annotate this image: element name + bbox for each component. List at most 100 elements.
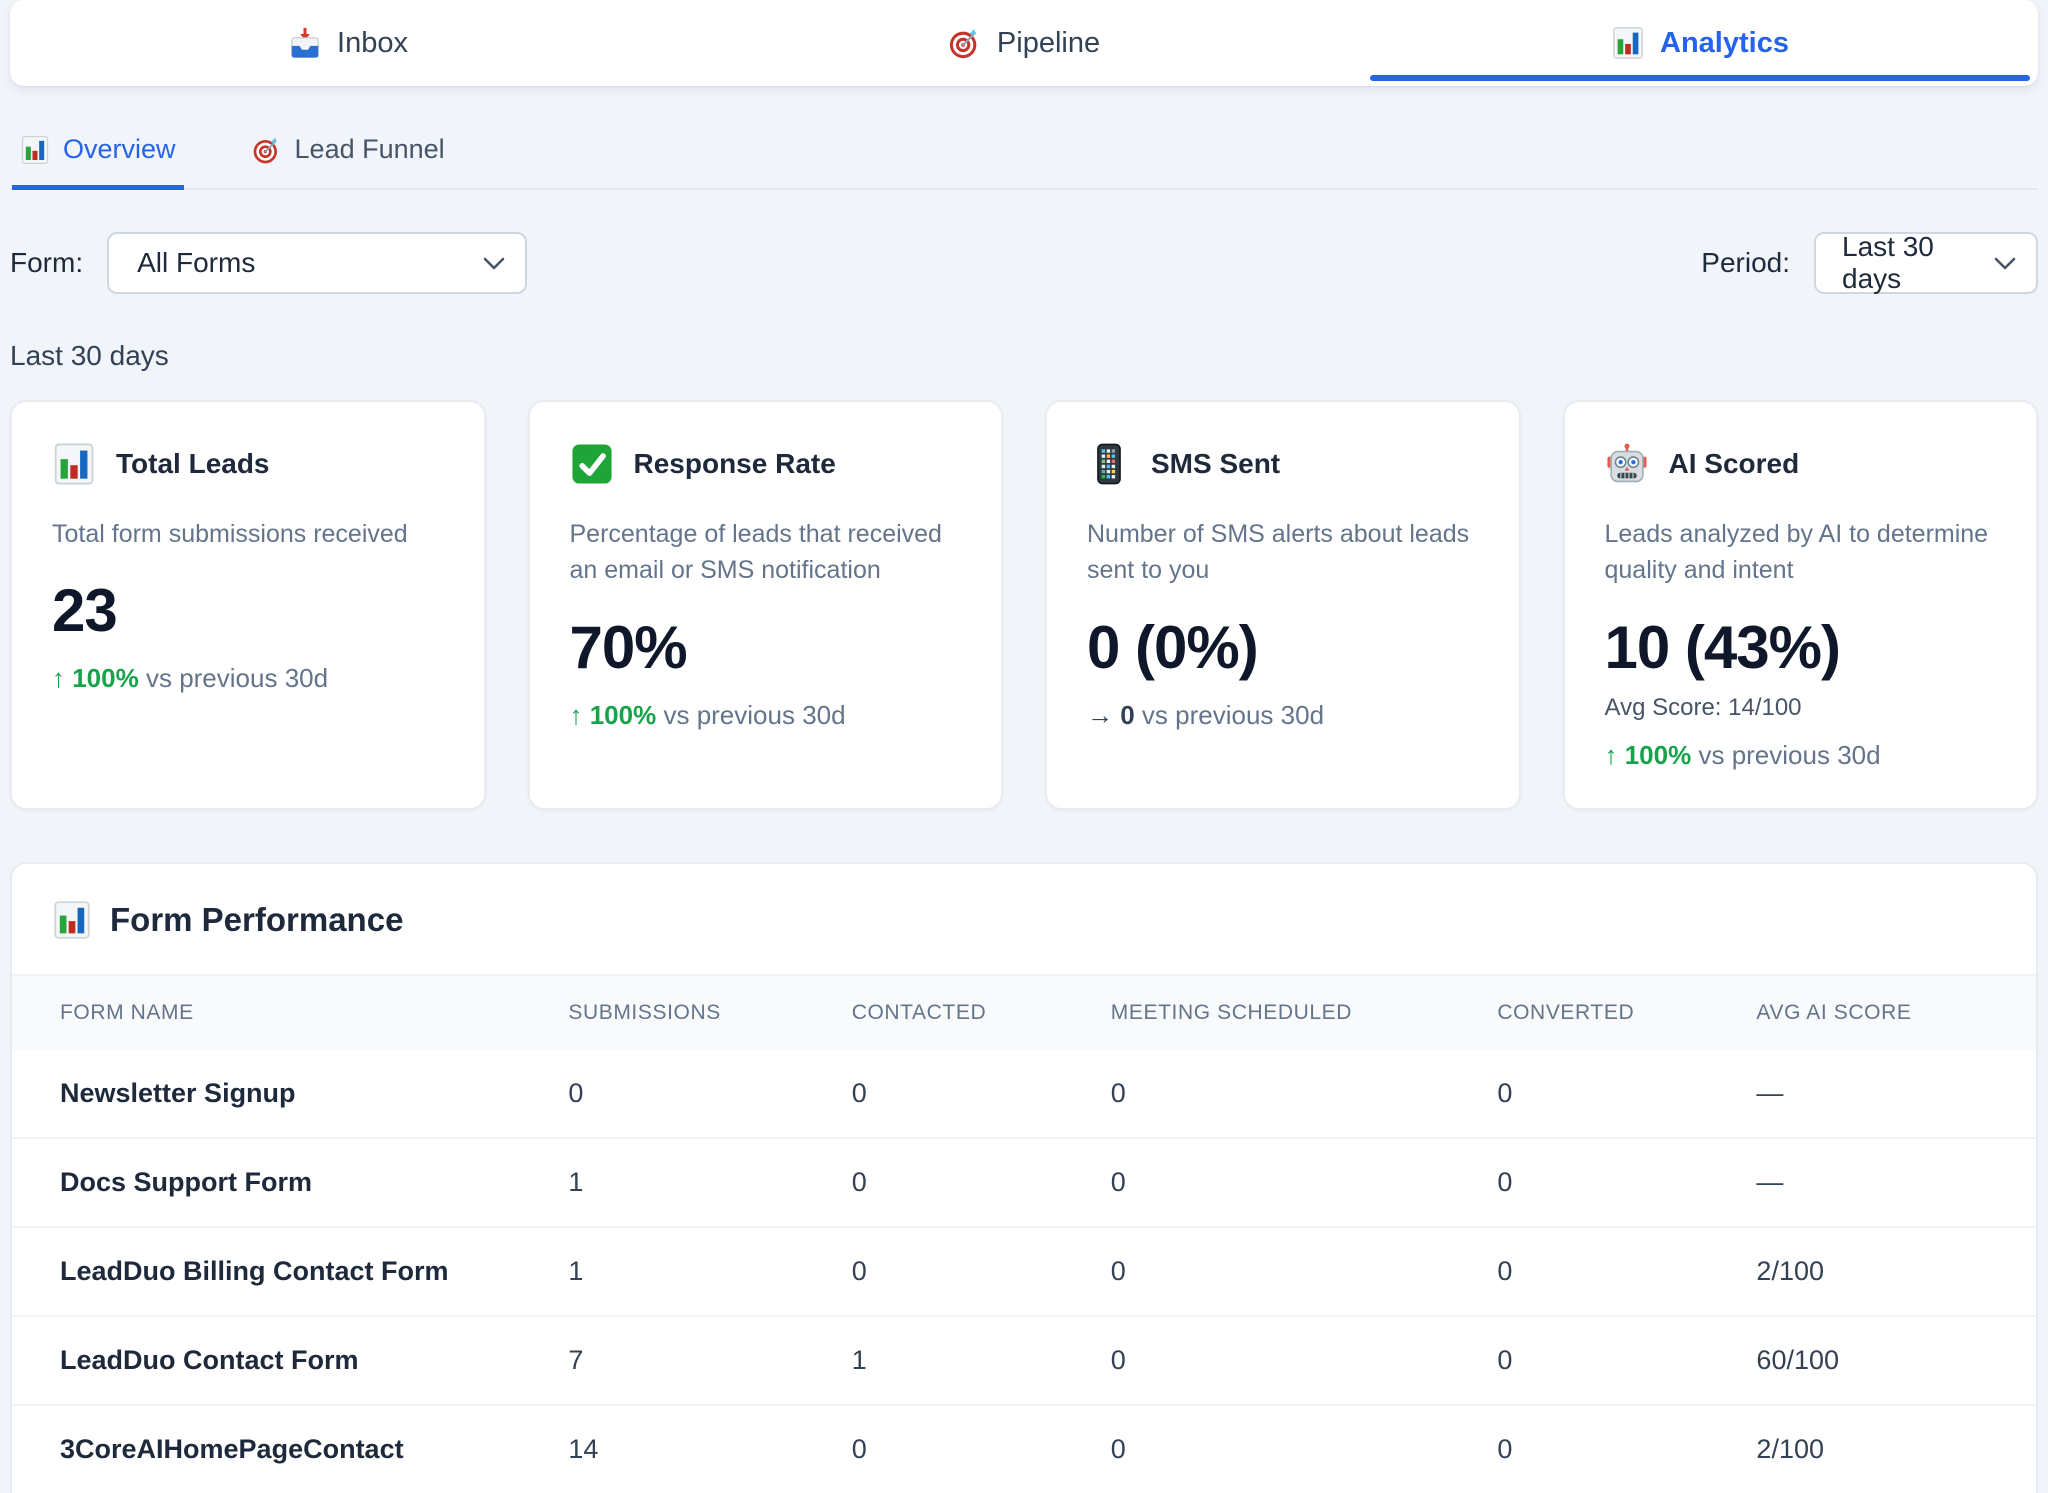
metric-change-value: ↑ 100%: [570, 700, 657, 730]
tab-inbox-label: Inbox: [337, 27, 408, 60]
cell-converted: 0: [1477, 1316, 1736, 1405]
form-select-value: All Forms: [137, 247, 255, 279]
metric-card-sms-sent: SMS Sent Number of SMS alerts about lead…: [1045, 400, 1521, 810]
metric-change: ↑ 100% vs previous 30d: [1605, 740, 1997, 771]
cell-submissions: 14: [548, 1405, 831, 1493]
metric-description: Leads analyzed by AI to determine qualit…: [1605, 516, 1997, 589]
metric-title: Total Leads: [116, 448, 270, 480]
cell-avg-ai-score: —: [1736, 1050, 2036, 1138]
bar-chart-icon: [52, 900, 92, 940]
bar-chart-icon: [20, 135, 50, 165]
period-select-value: Last 30 days: [1842, 231, 1980, 295]
cell-submissions: 1: [548, 1138, 831, 1227]
metric-change-value: ↑ 100%: [52, 663, 139, 693]
column-submissions: SUBMISSIONS: [548, 975, 831, 1050]
column-avg-ai-score: AVG AI SCORE: [1736, 975, 2036, 1050]
cell-submissions: 0: [548, 1050, 831, 1138]
cell-form-name: Newsletter Signup: [12, 1050, 548, 1138]
period-select[interactable]: Last 30 days: [1814, 232, 2038, 294]
metric-change-suffix: vs previous 30d: [1142, 700, 1324, 730]
form-filter-label: Form:: [10, 247, 83, 279]
cell-submissions: 1: [548, 1227, 831, 1316]
cell-meeting-scheduled: 0: [1091, 1227, 1478, 1316]
metric-description: Percentage of leads that received an ema…: [570, 516, 962, 589]
cell-contacted: 0: [832, 1405, 1091, 1493]
table-row: 3CoreAIHomePageContact 14 0 0 0 2/100: [12, 1405, 2036, 1493]
tab-analytics[interactable]: Analytics: [1362, 0, 2038, 86]
table-row: LeadDuo Billing Contact Form 1 0 0 0 2/1…: [12, 1227, 2036, 1316]
cell-meeting-scheduled: 0: [1091, 1405, 1478, 1493]
cell-avg-ai-score: 2/100: [1736, 1227, 2036, 1316]
cell-form-name: LeadDuo Billing Contact Form: [12, 1227, 548, 1316]
check-icon: [570, 442, 614, 486]
form-performance-title: Form Performance: [110, 901, 403, 939]
cell-meeting-scheduled: 0: [1091, 1316, 1478, 1405]
analytics-sub-tabs: Overview Lead Funnel: [10, 134, 2038, 190]
metric-value: 70%: [570, 613, 962, 682]
table-row: LeadDuo Contact Form 7 1 0 0 60/100: [12, 1316, 2036, 1405]
metric-change-suffix: vs previous 30d: [663, 700, 845, 730]
phone-icon: [1087, 442, 1131, 486]
form-select[interactable]: All Forms: [107, 232, 527, 294]
target-icon: [252, 135, 282, 165]
subtab-lead-funnel-label: Lead Funnel: [295, 134, 445, 165]
chevron-down-icon: [1992, 250, 2018, 276]
cell-contacted: 0: [832, 1050, 1091, 1138]
metric-change-suffix: vs previous 30d: [1698, 740, 1880, 770]
metric-value: 0 (0%): [1087, 613, 1479, 682]
subtab-overview-label: Overview: [63, 134, 176, 165]
metric-change-value: → 0: [1087, 700, 1135, 730]
metric-change: ↑ 100% vs previous 30d: [570, 700, 962, 731]
chevron-down-icon: [481, 250, 507, 276]
cell-meeting-scheduled: 0: [1091, 1138, 1478, 1227]
period-caption: Last 30 days: [10, 340, 2038, 372]
tab-pipeline-label: Pipeline: [997, 27, 1100, 60]
cell-converted: 0: [1477, 1050, 1736, 1138]
metric-title: Response Rate: [634, 448, 836, 480]
inbox-icon: [288, 26, 322, 60]
metric-value: 23: [52, 576, 444, 645]
column-converted: CONVERTED: [1477, 975, 1736, 1050]
metric-value: 10 (43%): [1605, 613, 1997, 682]
metric-change: → 0 vs previous 30d: [1087, 700, 1479, 731]
table-header-row: FORM NAME SUBMISSIONS CONTACTED MEETING …: [12, 975, 2036, 1050]
filters-row: Form: All Forms Period: Last 30 days: [10, 232, 2038, 294]
cell-form-name: LeadDuo Contact Form: [12, 1316, 548, 1405]
table-row: Docs Support Form 1 0 0 0 —: [12, 1138, 2036, 1227]
cell-converted: 0: [1477, 1405, 1736, 1493]
metric-description: Total form submissions received: [52, 516, 444, 552]
metric-card-ai-scored: AI Scored Leads analyzed by AI to determ…: [1563, 400, 2039, 810]
top-nav-bar: Inbox Pipeline Analytics: [10, 0, 2038, 86]
metric-title: SMS Sent: [1151, 448, 1280, 480]
cell-contacted: 0: [832, 1227, 1091, 1316]
tab-analytics-label: Analytics: [1660, 27, 1789, 60]
metric-card-response-rate: Response Rate Percentage of leads that r…: [528, 400, 1004, 810]
bar-chart-icon: [1611, 26, 1645, 60]
cell-avg-ai-score: —: [1736, 1138, 2036, 1227]
metric-subtext: Avg Score: 14/100: [1605, 694, 1997, 722]
metric-cards: Total Leads Total form submissions recei…: [10, 400, 2038, 810]
metric-card-total-leads: Total Leads Total form submissions recei…: [10, 400, 486, 810]
tab-inbox[interactable]: Inbox: [10, 0, 686, 86]
table-row: Newsletter Signup 0 0 0 0 —: [12, 1050, 2036, 1138]
form-performance-table: FORM NAME SUBMISSIONS CONTACTED MEETING …: [12, 974, 2036, 1493]
metric-change: ↑ 100% vs previous 30d: [52, 663, 444, 694]
column-form-name: FORM NAME: [12, 975, 548, 1050]
cell-form-name: 3CoreAIHomePageContact: [12, 1405, 548, 1493]
subtab-lead-funnel[interactable]: Lead Funnel: [244, 134, 453, 190]
metric-change-suffix: vs previous 30d: [146, 663, 328, 693]
column-meeting-scheduled: MEETING SCHEDULED: [1091, 975, 1478, 1050]
cell-avg-ai-score: 60/100: [1736, 1316, 2036, 1405]
cell-meeting-scheduled: 0: [1091, 1050, 1478, 1138]
metric-change-value: ↑ 100%: [1605, 740, 1692, 770]
metric-description: Number of SMS alerts about leads sent to…: [1087, 516, 1479, 589]
bar-chart-icon: [52, 442, 96, 486]
cell-contacted: 1: [832, 1316, 1091, 1405]
cell-submissions: 7: [548, 1316, 831, 1405]
tab-pipeline[interactable]: Pipeline: [686, 0, 1362, 86]
metric-title: AI Scored: [1669, 448, 1800, 480]
target-icon: [948, 26, 982, 60]
column-contacted: CONTACTED: [832, 975, 1091, 1050]
subtab-overview[interactable]: Overview: [12, 134, 184, 190]
period-filter-label: Period:: [1701, 247, 1790, 279]
